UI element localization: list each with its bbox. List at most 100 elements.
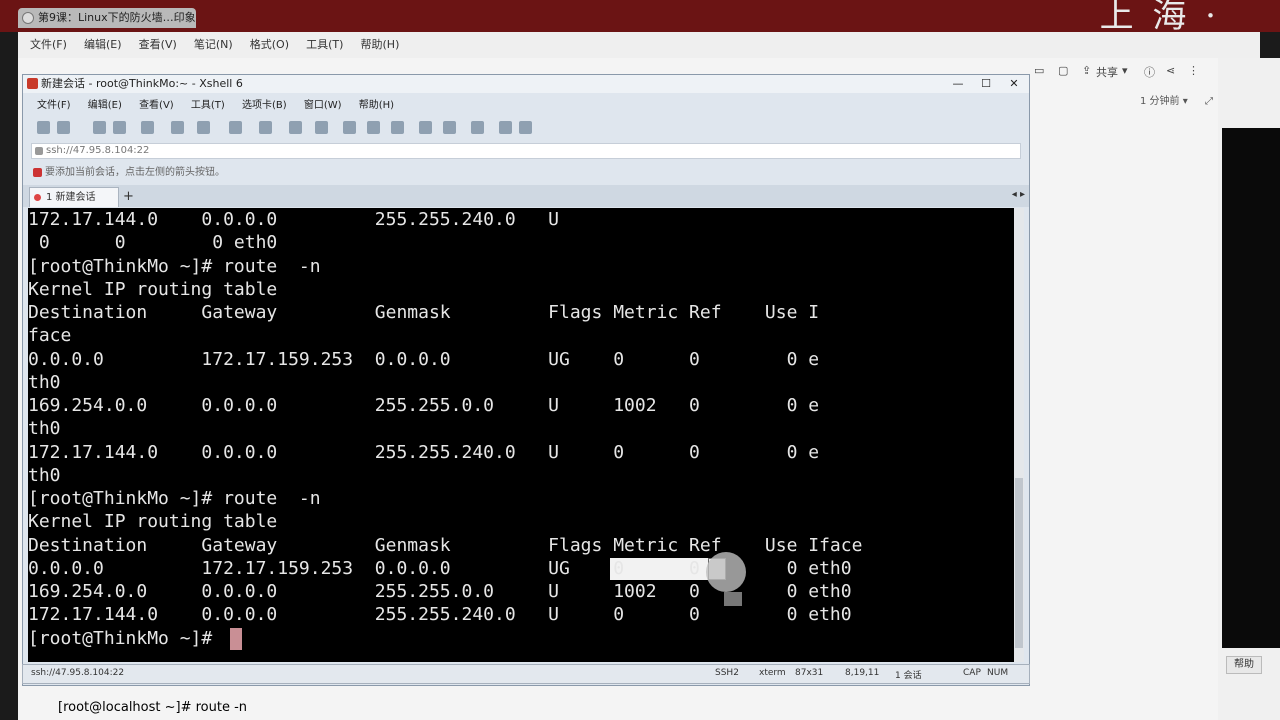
status-protocol: SSH2 <box>715 668 739 678</box>
share-nodes-icon[interactable]: ⋖ <box>1166 64 1175 77</box>
terminal-line: 172.17.144.0 0.0.0.0 255.255.240.0 U 0 0… <box>28 604 852 625</box>
collapse-icon[interactable]: ⤢ <box>1205 96 1213 107</box>
terminal-line: th0 <box>28 465 61 486</box>
record-icon[interactable] <box>289 121 302 134</box>
bg-menu-help[interactable]: 帮助(H) <box>361 32 400 58</box>
xshell-menu-bar: 文件(F) 编辑(E) 查看(V) 工具(T) 选项卡(B) 窗口(W) 帮助(… <box>23 97 1029 115</box>
session-hint-text: 要添加当前会话，点击左侧的箭头按钮。 <box>45 167 225 178</box>
background-menu-bar: 文件(F) 编辑(E) 查看(V) 笔记(N) 格式(O) 工具(T) 帮助(H… <box>18 32 1260 58</box>
present-icon[interactable]: ▭ <box>1034 64 1044 77</box>
tab-nav-icon[interactable]: ◂ ▸ <box>1012 189 1025 200</box>
compose-icon[interactable] <box>419 121 432 134</box>
menu-help[interactable]: 帮助(H) <box>359 97 394 115</box>
disconnect-icon[interactable] <box>113 121 126 134</box>
bg-menu-view[interactable]: 查看(V) <box>139 32 177 58</box>
script-icon[interactable] <box>315 121 328 134</box>
xshell-status-bar: ssh://47.95.8.104:22 SSH2 xterm 87x31 8,… <box>22 664 1030 684</box>
session-hint-bar: 要添加当前会话，点击左侧的箭头按钮。 <box>31 165 1035 181</box>
status-address: ssh://47.95.8.104:22 <box>31 668 125 678</box>
terminal-line: face <box>28 325 72 346</box>
tab-session-1[interactable]: 1 新建会话 <box>29 187 119 207</box>
tunnel-icon[interactable] <box>471 121 484 134</box>
terminal-line: [root@ThinkMo ~]# route -n <box>28 488 321 509</box>
bookmark-icon[interactable] <box>33 168 42 177</box>
copy-icon[interactable] <box>141 121 154 134</box>
app-icon <box>22 12 34 24</box>
share-icon[interactable]: ⇪ <box>1082 64 1091 77</box>
mouse-pointer-icon <box>724 592 742 606</box>
open-folder-icon[interactable] <box>57 121 70 134</box>
bg-menu-format[interactable]: 格式(O) <box>250 32 289 58</box>
maximize-button[interactable]: ☐ <box>973 76 999 91</box>
bg-menu-edit[interactable]: 编辑(E) <box>84 32 122 58</box>
info-icon[interactable]: ⓘ <box>1144 64 1155 80</box>
terminal-line: 0 0 0 eth0 <box>28 232 278 253</box>
chevron-down-icon[interactable]: ▾ <box>1122 64 1128 77</box>
more-icon[interactable]: ⋮ <box>1188 64 1199 77</box>
menu-view[interactable]: 查看(V) <box>139 97 174 115</box>
address-bar[interactable]: ssh://47.95.8.104:22 <box>31 143 1021 159</box>
address-lock-icon <box>35 147 43 155</box>
background-terminal-preview <box>1222 128 1280 648</box>
bg-menu-file[interactable]: 文件(F) <box>30 32 67 58</box>
share-button[interactable]: 共享 <box>1096 64 1118 80</box>
background-app-tab[interactable]: 第9课：Linux下的防火墙…印象笔记 <box>18 8 196 28</box>
help-icon[interactable] <box>499 121 512 134</box>
tab-session-label: 1 新建会话 <box>46 192 96 203</box>
lock-icon[interactable] <box>367 121 380 134</box>
terminal-line: 169.254.0.0 0.0.0.0 255.255.0.0 U 1002 0… <box>28 395 820 416</box>
bg-menu-tools[interactable]: 工具(T) <box>306 32 343 58</box>
address-text: ssh://47.95.8.104:22 <box>46 145 150 156</box>
background-command-line: [root@localhost ~]# route -n <box>58 700 248 715</box>
mouse-pointer-highlight <box>706 552 746 592</box>
bg-menu-note[interactable]: 笔记(N) <box>194 32 233 58</box>
xshell-app-icon <box>27 78 38 89</box>
session-tab-bar: 1 新建会话 + ◂ ▸ <box>23 185 1029 207</box>
time-dropdown-icon[interactable]: ▾ <box>1183 96 1188 107</box>
terminal-line: 172.17.144.0 0.0.0.0 255.255.240.0 U 0 0… <box>28 442 820 463</box>
xshell-toolbar <box>33 119 633 137</box>
terminal-cursor <box>230 628 242 650</box>
menu-tools[interactable]: 工具(T) <box>191 97 225 115</box>
terminal-line: Destination Gateway Genmask Flags Metric… <box>28 535 863 556</box>
background-tab-title: 第9课：Linux下的防火墙…印象笔记 <box>38 11 196 24</box>
last-edited-time: 1 分钟前 <box>1140 96 1180 107</box>
layout-icon[interactable] <box>443 121 456 134</box>
settings-icon[interactable] <box>519 121 532 134</box>
terminal-line: [root@ThinkMo ~]# route -n <box>28 256 321 277</box>
terminal-line: 0.0.0.0 172.17.159.253 0.0.0.0 UG 0 0 0 … <box>28 349 820 370</box>
connect-icon[interactable] <box>93 121 106 134</box>
terminal-line: th0 <box>28 418 61 439</box>
terminal-line: Destination Gateway Genmask Flags Metric… <box>28 302 820 323</box>
chat-icon[interactable]: ▢ <box>1058 64 1068 77</box>
print-icon[interactable] <box>197 121 210 134</box>
status-position: 8,19,11 <box>845 668 880 678</box>
close-button[interactable]: ✕ <box>1001 76 1027 91</box>
menu-file[interactable]: 文件(F) <box>37 97 71 115</box>
status-sessions: 1 会话 <box>895 671 922 681</box>
color-icon[interactable] <box>229 121 242 134</box>
minimize-button[interactable]: — <box>945 76 971 91</box>
terminal-line: th0 <box>28 372 61 393</box>
font-icon[interactable] <box>259 121 272 134</box>
terminal-output[interactable]: 172.17.144.0 0.0.0.0 255.255.240.0 U 0 0… <box>28 208 1014 662</box>
status-size: 87x31 <box>795 668 824 678</box>
status-term: xterm <box>759 668 786 678</box>
menu-window[interactable]: 窗口(W) <box>304 97 342 115</box>
status-num: NUM <box>987 668 1009 678</box>
add-tab-button[interactable]: + <box>123 189 134 204</box>
menu-edit[interactable]: 编辑(E) <box>88 97 122 115</box>
menu-tabs[interactable]: 选项卡(B) <box>242 97 287 115</box>
background-title-bar: 第9课：Linux下的防火墙…印象笔记 上 海 · <box>0 0 1280 36</box>
scrollbar-thumb[interactable] <box>1015 478 1023 648</box>
new-session-icon[interactable] <box>37 121 50 134</box>
find-icon[interactable] <box>171 121 184 134</box>
background-logo-text: 上 海 · <box>1099 0 1220 36</box>
fullscreen-icon[interactable] <box>343 121 356 134</box>
background-help-button[interactable]: 帮助 <box>1226 656 1262 674</box>
terminal-scrollbar[interactable] <box>1014 208 1024 662</box>
terminal-prompt: [root@ThinkMo ~]# <box>28 628 224 649</box>
keyboard-icon[interactable] <box>391 121 404 134</box>
xshell-title-bar[interactable]: 新建会话 - root@ThinkMo:~ - Xshell 6 — ☐ ✕ <box>23 75 1029 93</box>
session-status-icon <box>34 194 41 201</box>
